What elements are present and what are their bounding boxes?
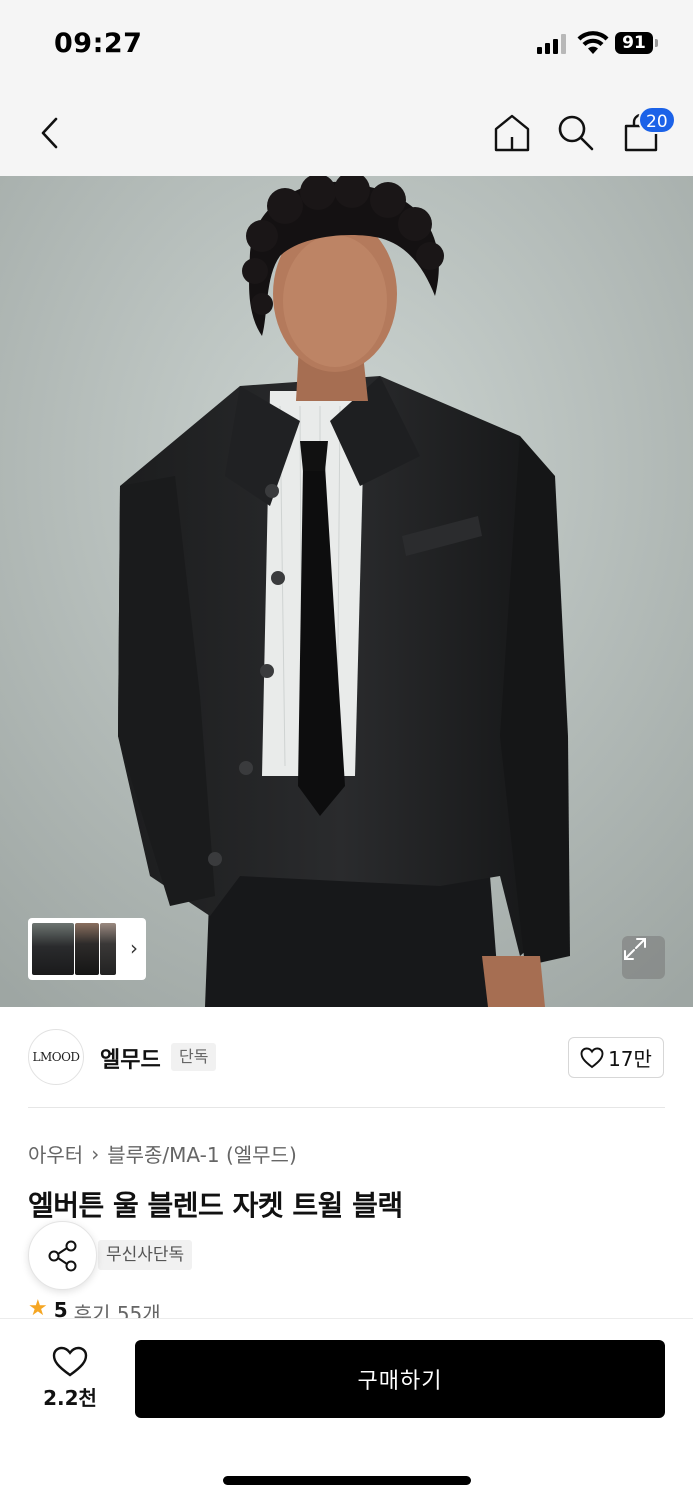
back-button[interactable]: [30, 90, 70, 176]
cart-count-badge: 20: [638, 106, 676, 134]
star-icon: ★: [28, 1298, 48, 1318]
review-count: 후기 55개: [73, 1302, 161, 1318]
wishlist-count: 2.2천: [43, 1385, 97, 1410]
image-thumbnail-strip[interactable]: ›: [28, 918, 146, 980]
brand-like-button[interactable]: 17만: [568, 1037, 664, 1078]
buy-button[interactable]: 구매하기: [135, 1340, 665, 1418]
battery-icon: 91: [615, 32, 659, 54]
signal-icon: [537, 34, 569, 54]
product-title: 엘버튼 울 블렌드 자켓 트윌 블랙: [28, 1189, 403, 1222]
rating-score: 5: [53, 1298, 68, 1318]
thumbnail-image[interactable]: [75, 923, 99, 975]
wishlist-button[interactable]: 2.2천: [30, 1340, 110, 1416]
home-icon: [494, 114, 530, 152]
product-photo: [0, 176, 693, 1007]
rating-row[interactable]: ★ 5 후기 55개: [28, 1298, 161, 1318]
thumbnail-image[interactable]: [32, 923, 74, 975]
breadcrumb-item[interactable]: 아우터: [28, 1139, 83, 1168]
status-bar: 09:27 91: [0, 0, 693, 90]
share-icon: [48, 1240, 76, 1271]
breadcrumb-item[interactable]: 블루종/MA-1 (엘무드): [107, 1139, 297, 1168]
status-time: 09:27: [54, 28, 143, 59]
breadcrumb: 아우터 › 블루종/MA-1 (엘무드): [28, 1139, 297, 1168]
expand-image-button[interactable]: [622, 936, 665, 979]
brand-exclusive-tag: 단독: [171, 1043, 217, 1071]
expand-icon: [624, 938, 646, 960]
heart-icon: [52, 1346, 88, 1376]
top-nav-bar: [0, 90, 693, 176]
battery-level: 91: [615, 32, 653, 54]
product-hero-image[interactable]: [0, 176, 693, 1007]
home-indicator: [223, 1476, 471, 1485]
share-button[interactable]: [28, 1221, 97, 1290]
search-button[interactable]: [554, 90, 598, 176]
brand-name[interactable]: 엘무드: [100, 1042, 161, 1074]
brand-like-count: 17만: [608, 1047, 652, 1071]
search-icon: [558, 115, 594, 151]
chevron-left-icon: [41, 117, 58, 149]
wifi-icon: [577, 30, 609, 56]
chevron-right-icon: ›: [91, 1141, 100, 1166]
divider: [28, 1107, 665, 1108]
exclusive-badge: 무신사단독: [98, 1240, 193, 1270]
thumbnail-image[interactable]: [100, 923, 116, 975]
heart-icon: [580, 1047, 604, 1068]
brand-logo[interactable]: LMOOD: [28, 1029, 84, 1085]
chevron-right-icon: ›: [130, 936, 138, 960]
home-button[interactable]: [490, 90, 534, 176]
